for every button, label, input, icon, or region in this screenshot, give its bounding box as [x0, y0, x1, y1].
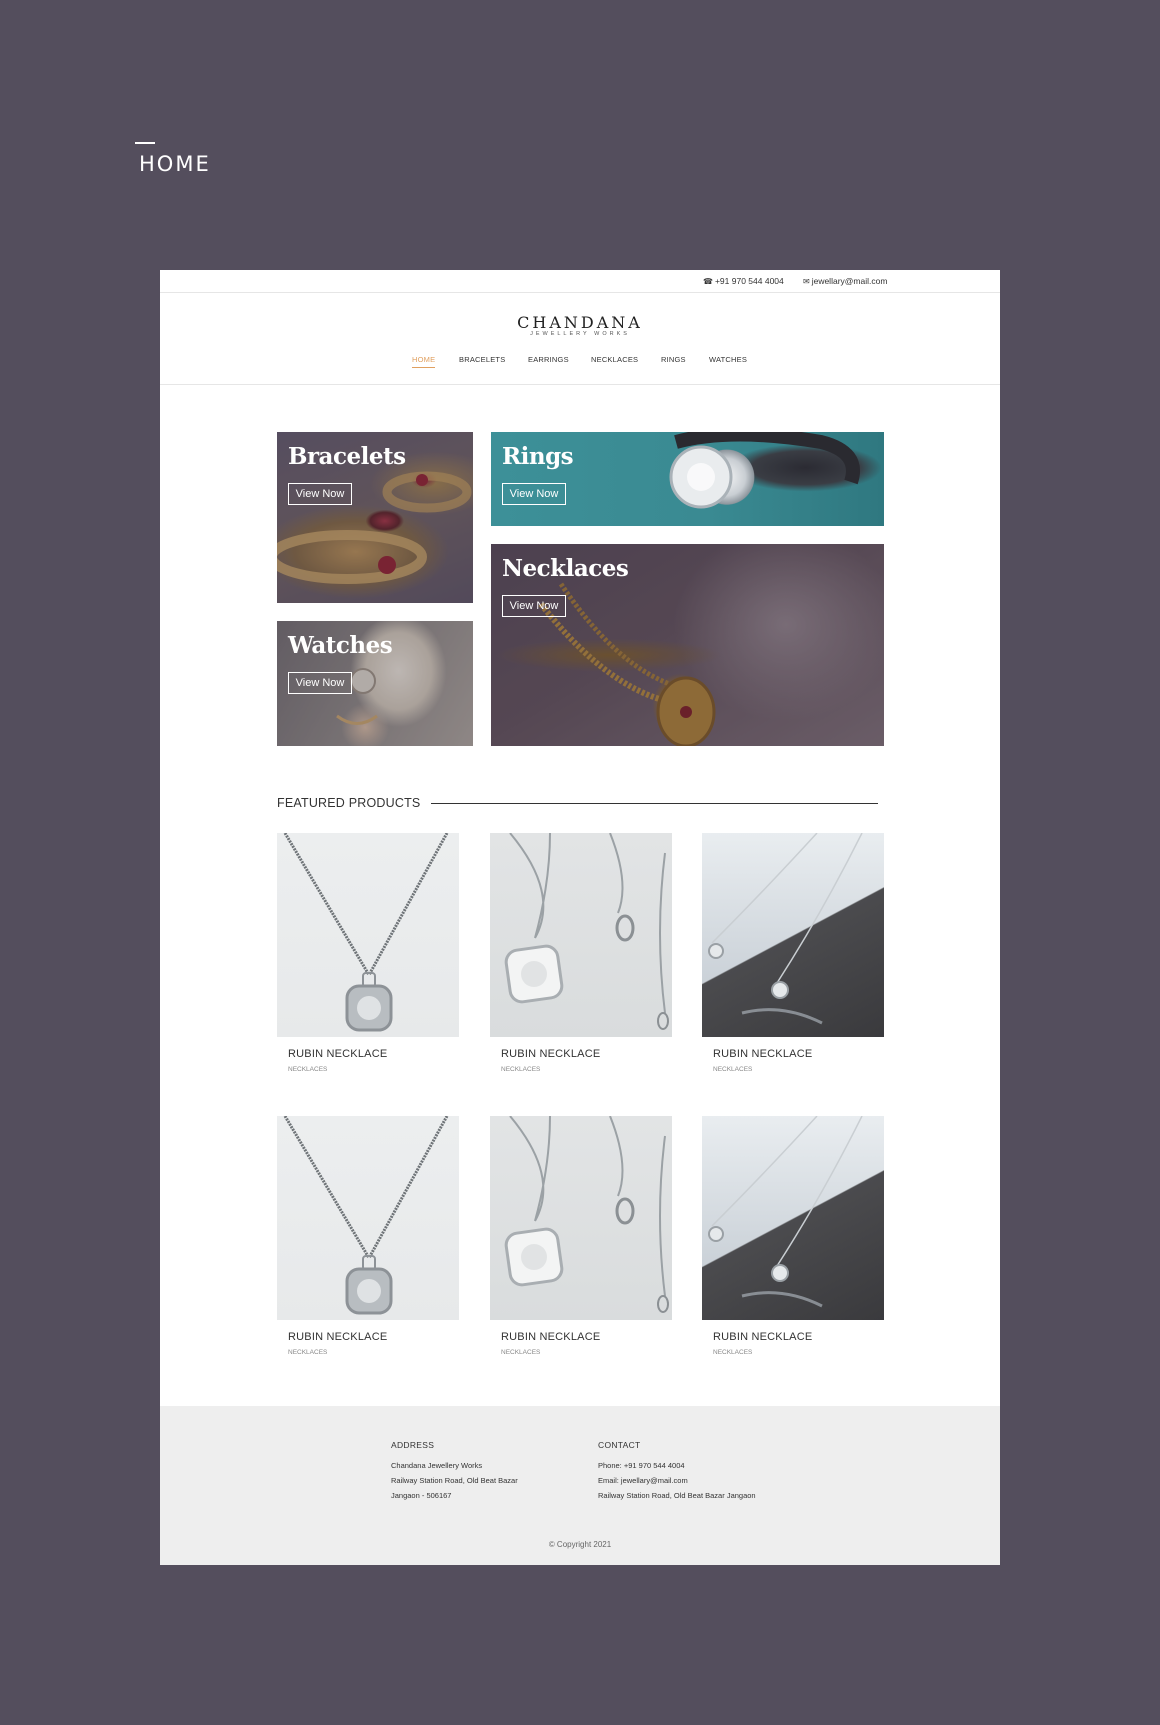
featured-divider [431, 803, 878, 804]
site-footer: ADDRESS Chandana Jewellery Works Railway… [160, 1406, 1000, 1565]
copyright: © Copyright 2021 [548, 1540, 612, 1549]
featured-products-heading: FEATURED PRODUCTS [277, 796, 421, 810]
view-now-button-rings[interactable]: View Now [502, 483, 566, 505]
product-category[interactable]: NECKLACES [288, 1066, 327, 1073]
main-nav: HOME BRACELETS EARRINGS NECKLACES RINGS … [160, 355, 1000, 369]
topbar-phone-text: +91 970 544 4004 [714, 276, 784, 286]
product-category[interactable]: NECKLACES [501, 1066, 540, 1073]
product-image[interactable] [277, 1116, 459, 1320]
footer-address-heading: ADDRESS [391, 1440, 435, 1450]
product-category[interactable]: NECKLACES [501, 1349, 540, 1356]
nav-item-bracelets[interactable]: BRACELETS [459, 355, 505, 364]
topbar-phone[interactable]: ☎ +91 970 544 4004 [703, 276, 784, 286]
product-card[interactable]: RUBIN NECKLACE NECKLACES [277, 1116, 459, 1356]
page-label-dash [135, 142, 155, 144]
category-tile-necklaces[interactable]: Necklaces View Now [491, 544, 884, 746]
nav-item-earrings[interactable]: EARRINGS [528, 355, 569, 364]
footer-contact-email[interactable]: Email: jewellary@mail.com [598, 1476, 756, 1485]
brand-logo[interactable]: CHANDANA [160, 313, 1000, 332]
footer-address: ADDRESS Chandana Jewellery Works Railway… [391, 1440, 518, 1506]
category-title-watches: Watches [288, 632, 393, 659]
footer-contact: CONTACT Phone: +91 970 544 4004 Email: j… [598, 1440, 756, 1506]
product-card[interactable]: RUBIN NECKLACE NECKLACES [490, 833, 672, 1073]
product-name[interactable]: RUBIN NECKLACE [713, 1331, 812, 1343]
product-image[interactable] [702, 833, 884, 1037]
brand-tagline: JEWELLERY WORKS [530, 331, 630, 337]
category-title-necklaces: Necklaces [502, 555, 629, 582]
nav-item-home[interactable]: HOME [412, 355, 436, 368]
phone-icon: ☎ [703, 277, 713, 286]
topbar-email[interactable]: ✉ jewellary@mail.com [803, 276, 887, 286]
product-card[interactable]: RUBIN NECKLACE NECKLACES [702, 833, 884, 1073]
category-title-bracelets: Bracelets [288, 443, 406, 470]
category-title-rings: Rings [502, 443, 574, 470]
product-image[interactable] [277, 833, 459, 1037]
product-name[interactable]: RUBIN NECKLACE [288, 1331, 387, 1343]
view-now-button-watches[interactable]: View Now [288, 672, 352, 694]
website-mockup: ☎ +91 970 544 4004 ✉ jewellary@mail.com CH… [160, 270, 1000, 1565]
view-now-button-bracelets[interactable]: View Now [288, 483, 352, 505]
nav-item-necklaces[interactable]: NECKLACES [591, 355, 638, 364]
product-category[interactable]: NECKLACES [713, 1349, 752, 1356]
topbar-email-text: jewellary@mail.com [811, 276, 888, 286]
footer-contact-heading: CONTACT [598, 1440, 641, 1450]
product-name[interactable]: RUBIN NECKLACE [713, 1048, 812, 1060]
site-header: CHANDANA JEWELLERY WORKS HOME BRACELETS … [160, 293, 1000, 385]
footer-contact-phone[interactable]: Phone: +91 970 544 4004 [598, 1461, 756, 1470]
product-category[interactable]: NECKLACES [288, 1349, 327, 1356]
nav-item-watches[interactable]: WATCHES [709, 355, 747, 364]
category-tile-bracelets[interactable]: Bracelets View Now [277, 432, 473, 603]
product-name[interactable]: RUBIN NECKLACE [501, 1331, 600, 1343]
product-card[interactable]: RUBIN NECKLACE NECKLACES [490, 1116, 672, 1356]
product-name[interactable]: RUBIN NECKLACE [501, 1048, 600, 1060]
product-image[interactable] [490, 833, 672, 1037]
top-bar: ☎ +91 970 544 4004 ✉ jewellary@mail.com [160, 270, 1000, 293]
category-tile-rings[interactable]: Rings View Now [491, 432, 884, 526]
product-card[interactable]: RUBIN NECKLACE NECKLACES [277, 833, 459, 1073]
footer-address-line: Railway Station Road, Old Beat Bazar [391, 1476, 518, 1485]
footer-address-line: Jangaon - 506167 [391, 1491, 452, 1500]
product-category[interactable]: NECKLACES [713, 1066, 752, 1073]
view-now-button-necklaces[interactable]: View Now [502, 595, 566, 617]
footer-contact-address: Railway Station Road, Old Beat Bazar Jan… [598, 1491, 756, 1500]
mail-icon: ✉ [803, 277, 810, 286]
product-card[interactable]: RUBIN NECKLACE NECKLACES [702, 1116, 884, 1356]
product-image[interactable] [702, 1116, 884, 1320]
nav-item-rings[interactable]: RINGS [661, 355, 686, 364]
footer-address-line: Chandana Jewellery Works [391, 1461, 483, 1470]
page-label-text: HOME [139, 152, 211, 176]
category-tile-watches[interactable]: Watches View Now [277, 621, 473, 746]
product-name[interactable]: RUBIN NECKLACE [288, 1048, 387, 1060]
product-image[interactable] [490, 1116, 672, 1320]
